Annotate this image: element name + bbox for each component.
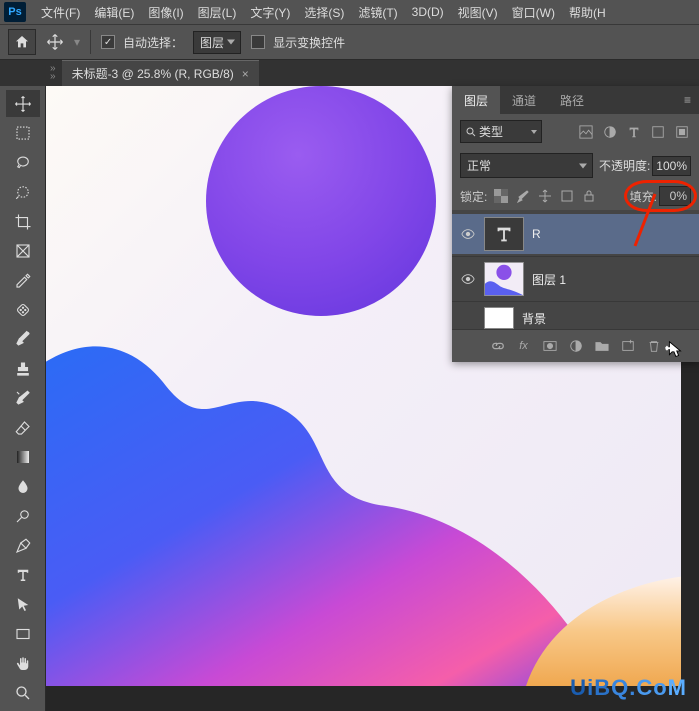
layer-thumb — [484, 307, 514, 329]
layer-group-icon[interactable] — [592, 336, 612, 356]
new-layer-icon[interactable] — [618, 336, 638, 356]
opacity-label: 不透明度: — [599, 157, 650, 174]
lock-artboard-icon[interactable] — [559, 188, 575, 204]
eyedropper-tool[interactable] — [6, 267, 40, 294]
menu-image[interactable]: 图像(I) — [141, 0, 190, 24]
lock-all-icon[interactable] — [581, 188, 597, 204]
layer-name[interactable]: 图层 1 — [532, 271, 566, 288]
dodge-tool[interactable] — [6, 503, 40, 530]
tab-paths[interactable]: 路径 — [548, 86, 596, 114]
lock-pixels-icon[interactable] — [515, 188, 531, 204]
panel-tabs: 图层 通道 路径 ≡ — [452, 86, 699, 114]
auto-select-label: 自动选择： — [123, 34, 183, 51]
layer-thumb — [484, 262, 524, 296]
watermark: UiBQ.CoM — [570, 675, 687, 701]
path-select-tool[interactable] — [6, 591, 40, 618]
layers-list: R 图层 1 背景 — [452, 210, 699, 329]
pen-tool[interactable] — [6, 532, 40, 559]
marquee-tool[interactable] — [6, 119, 40, 146]
menu-window[interactable]: 窗口(W) — [505, 0, 562, 24]
menu-bar: Ps 文件(F) 编辑(E) 图像(I) 图层(L) 文字(Y) 选择(S) 滤… — [0, 0, 699, 24]
layer-row[interactable]: R — [452, 214, 699, 254]
history-brush-tool[interactable] — [6, 385, 40, 412]
document-title: 未标题-3 @ 25.8% (R, RGB/8) — [72, 65, 234, 82]
show-transform-label: 显示变换控件 — [273, 34, 345, 51]
tab-layers[interactable]: 图层 — [452, 86, 500, 114]
tab-channels[interactable]: 通道 — [500, 86, 548, 114]
layer-name[interactable]: 背景 — [522, 310, 546, 327]
menu-select[interactable]: 选择(S) — [297, 0, 351, 24]
lock-transparent-icon[interactable] — [493, 188, 509, 204]
healing-tool[interactable] — [6, 296, 40, 323]
layer-row[interactable]: 图层 1 — [452, 259, 699, 299]
fill-value[interactable]: 0% — [659, 186, 691, 206]
opacity-value[interactable]: 100% — [652, 156, 691, 176]
gradient-tool[interactable] — [6, 444, 40, 471]
stamp-tool[interactable] — [6, 355, 40, 382]
blend-mode-dropdown[interactable]: 正常 — [460, 153, 593, 178]
layers-panel: 图层 通道 路径 ≡ 类型 正常 不透明度: 100% 锁定: — [452, 86, 699, 362]
frame-tool[interactable] — [6, 237, 40, 264]
menu-help[interactable]: 帮助(H — [562, 0, 613, 24]
menu-3d[interactable]: 3D(D) — [405, 0, 451, 24]
layer-filter-label: 类型 — [479, 123, 503, 140]
document-tab-bar: »» 未标题-3 @ 25.8% (R, RGB/8) × — [0, 60, 699, 86]
menu-filter[interactable]: 滤镜(T) — [351, 0, 404, 24]
hand-tool[interactable] — [6, 650, 40, 677]
close-tab-icon[interactable]: × — [242, 67, 249, 81]
filter-adjust-icon[interactable] — [601, 123, 619, 141]
show-transform-checkbox[interactable] — [251, 35, 265, 49]
visibility-toggle-icon[interactable] — [460, 271, 476, 287]
panel-menu-icon[interactable]: ≡ — [676, 86, 699, 114]
layer-fx-icon[interactable]: fx — [514, 336, 534, 356]
eraser-tool[interactable] — [6, 414, 40, 441]
layer-mask-icon[interactable] — [540, 336, 560, 356]
move-tool[interactable] — [6, 90, 40, 117]
menu-layer[interactable]: 图层(L) — [191, 0, 244, 24]
app-logo: Ps — [4, 2, 26, 22]
home-button[interactable] — [8, 29, 36, 55]
tools-panel — [0, 86, 46, 711]
menu-file[interactable]: 文件(F) — [34, 0, 87, 24]
adjustment-layer-icon[interactable] — [566, 336, 586, 356]
layer-filter-dropdown[interactable]: 类型 — [460, 120, 542, 143]
visibility-toggle-icon[interactable] — [460, 226, 476, 242]
tab-scroll-icon[interactable]: »» — [50, 65, 56, 81]
options-bar: ▾ 自动选择： 图层 显示变换控件 — [0, 24, 699, 60]
auto-select-checkbox[interactable] — [101, 35, 115, 49]
move-tool-icon — [46, 34, 64, 50]
lock-position-icon[interactable] — [537, 188, 553, 204]
layer-thumb-text — [484, 217, 524, 251]
blur-tool[interactable] — [6, 473, 40, 500]
auto-select-target-dropdown[interactable]: 图层 — [193, 31, 241, 54]
zoom-tool[interactable] — [6, 679, 40, 706]
menu-view[interactable]: 视图(V) — [451, 0, 505, 24]
filter-type-icon[interactable] — [625, 123, 643, 141]
lasso-tool[interactable] — [6, 149, 40, 176]
crop-tool[interactable] — [6, 208, 40, 235]
menu-edit[interactable]: 编辑(E) — [87, 0, 141, 24]
layers-panel-footer: fx — [452, 329, 699, 362]
delete-layer-icon[interactable] — [644, 336, 664, 356]
filter-shape-icon[interactable] — [649, 123, 667, 141]
filter-smart-icon[interactable] — [673, 123, 691, 141]
document-tab[interactable]: 未标题-3 @ 25.8% (R, RGB/8) × — [62, 60, 259, 86]
menu-type[interactable]: 文字(Y) — [243, 0, 297, 24]
filter-pixel-icon[interactable] — [577, 123, 595, 141]
rectangle-tool[interactable] — [6, 620, 40, 647]
type-tool[interactable] — [6, 562, 40, 589]
layer-name[interactable]: R — [532, 227, 541, 241]
link-layers-icon[interactable] — [488, 336, 508, 356]
fill-label: 填充: — [630, 188, 657, 205]
brush-tool[interactable] — [6, 326, 40, 353]
quick-select-tool[interactable] — [6, 178, 40, 205]
layer-row[interactable]: 背景 — [452, 304, 699, 329]
lock-label: 锁定: — [460, 188, 487, 205]
